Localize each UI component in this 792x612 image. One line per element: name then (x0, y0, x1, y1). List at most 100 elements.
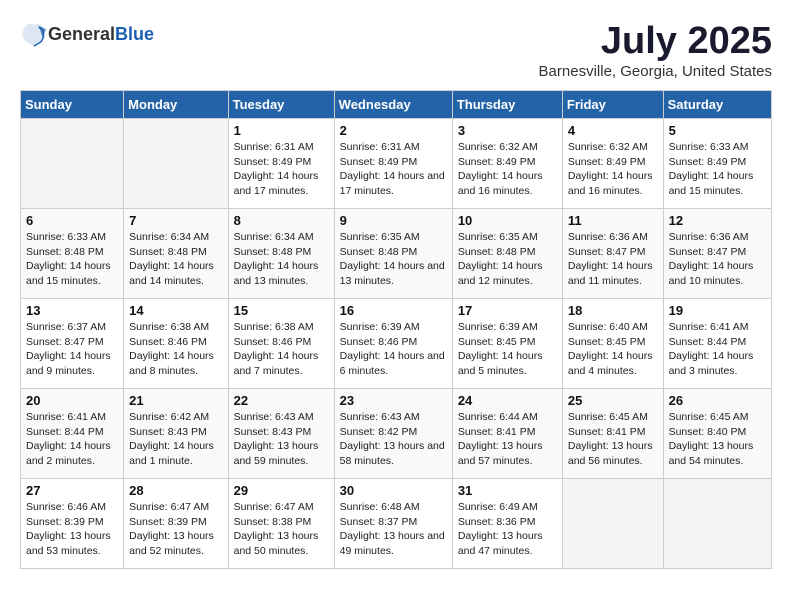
calendar-cell: 27 Sunrise: 6:46 AM Sunset: 8:39 PM Dayli… (21, 479, 124, 569)
day-header-sunday: Sunday (21, 91, 124, 119)
day-number: 10 (458, 213, 557, 228)
calendar-cell (124, 119, 228, 209)
calendar-cell: 29Sunrise: 6:47 AM Sunset: 8:38 PM Dayli… (228, 479, 334, 569)
day-info: Sunrise: 6:40 AM Sunset: 8:45 PM Dayligh… (568, 320, 658, 379)
calendar-cell: 4Sunrise: 6:32 AM Sunset: 8:49 PM Daylig… (562, 119, 663, 209)
day-info: Sunrise: 6:36 AM Sunset: 8:47 PM Dayligh… (568, 230, 658, 289)
calendar-cell: 7 Sunrise: 6:34 AM Sunset: 8:48 PM Daylig… (124, 209, 228, 299)
day-number: 9 (340, 213, 447, 228)
calendar-table: SundayMondayTuesdayWednesdayThursdayFrid… (20, 90, 772, 569)
day-info: Sunrise: 6:49 AM Sunset: 8:36 PM Dayligh… (458, 500, 557, 559)
day-info: Sunrise: 6:48 AM Sunset: 8:37 PM Dayligh… (340, 500, 447, 559)
calendar-cell: 25 Sunrise: 6:45 AM Sunset: 8:41 PM Dayli… (562, 389, 663, 479)
calendar-cell (562, 479, 663, 569)
calendar-cell: 18 Sunrise: 6:40 AM Sunset: 8:45 PM Dayli… (562, 299, 663, 389)
calendar-cell: 2 Sunrise: 6:31 AM Sunset: 8:49 PM Daylig… (334, 119, 452, 209)
calendar-cell: 13 Sunrise: 6:37 AM Sunset: 8:47 PM Dayli… (21, 299, 124, 389)
day-number: 5 (669, 123, 766, 138)
day-info: Sunrise: 6:31 AM Sunset: 8:49 PM Dayligh… (234, 140, 329, 199)
calendar-cell: 3 Sunrise: 6:32 AM Sunset: 8:49 PM Daylig… (452, 119, 562, 209)
calendar-cell: 8 Sunrise: 6:34 AM Sunset: 8:48 PM Daylig… (228, 209, 334, 299)
day-number: 25 (568, 393, 658, 408)
day-info: Sunrise: 6:47 AM Sunset: 8:39 PM Dayligh… (129, 500, 222, 559)
calendar-cell: 6 Sunrise: 6:33 AM Sunset: 8:48 PM Daylig… (21, 209, 124, 299)
calendar-cell: 14Sunrise: 6:38 AM Sunset: 8:46 PM Dayli… (124, 299, 228, 389)
day-info: Sunrise: 6:45 AM Sunset: 8:40 PM Dayligh… (669, 410, 766, 469)
day-info: Sunrise: 6:33 AM Sunset: 8:49 PM Dayligh… (669, 140, 766, 199)
calendar-cell: 1 Sunrise: 6:31 AM Sunset: 8:49 PM Daylig… (228, 119, 334, 209)
day-number: 21 (129, 393, 222, 408)
calendar-cell: 5 Sunrise: 6:33 AM Sunset: 8:49 PM Daylig… (663, 119, 771, 209)
calendar-cell: 26 Sunrise: 6:45 AM Sunset: 8:40 PM Dayli… (663, 389, 771, 479)
calendar-cell: 21 Sunrise: 6:42 AM Sunset: 8:43 PM Dayli… (124, 389, 228, 479)
day-info: Sunrise: 6:38 AM Sunset: 8:46 PM Dayligh… (234, 320, 329, 379)
calendar-cell (21, 119, 124, 209)
calendar-cell: 23 Sunrise: 6:43 AM Sunset: 8:42 PM Dayli… (334, 389, 452, 479)
day-number: 2 (340, 123, 447, 138)
day-header-tuesday: Tuesday (228, 91, 334, 119)
day-number: 24 (458, 393, 557, 408)
day-header-monday: Monday (124, 91, 228, 119)
logo: GeneralBlue (20, 20, 154, 48)
header-row: SundayMondayTuesdayWednesdayThursdayFrid… (21, 91, 772, 119)
logo-icon (20, 20, 48, 48)
day-number: 22 (234, 393, 329, 408)
day-info: Sunrise: 6:39 AM Sunset: 8:45 PM Dayligh… (458, 320, 557, 379)
logo-general: General (48, 24, 115, 44)
day-number: 14 (129, 303, 222, 318)
day-info: Sunrise: 6:35 AM Sunset: 8:48 PM Dayligh… (458, 230, 557, 289)
week-row-3: 13 Sunrise: 6:37 AM Sunset: 8:47 PM Dayli… (21, 299, 772, 389)
day-info: Sunrise: 6:39 AM Sunset: 8:46 PM Dayligh… (340, 320, 447, 379)
day-info: Sunrise: 6:32 AM Sunset: 8:49 PM Dayligh… (568, 140, 658, 199)
day-info: Sunrise: 6:31 AM Sunset: 8:49 PM Dayligh… (340, 140, 447, 199)
day-number: 27 (26, 483, 118, 498)
calendar-cell (663, 479, 771, 569)
day-number: 28 (129, 483, 222, 498)
day-number: 31 (458, 483, 557, 498)
day-number: 3 (458, 123, 557, 138)
day-number: 26 (669, 393, 766, 408)
day-info: Sunrise: 6:43 AM Sunset: 8:43 PM Dayligh… (234, 410, 329, 469)
day-number: 13 (26, 303, 118, 318)
day-info: Sunrise: 6:34 AM Sunset: 8:48 PM Dayligh… (129, 230, 222, 289)
calendar-cell: 19 Sunrise: 6:41 AM Sunset: 8:44 PM Dayli… (663, 299, 771, 389)
day-info: Sunrise: 6:33 AM Sunset: 8:48 PM Dayligh… (26, 230, 118, 289)
calendar-cell: 10 Sunrise: 6:35 AM Sunset: 8:48 PM Dayli… (452, 209, 562, 299)
week-row-1: 1 Sunrise: 6:31 AM Sunset: 8:49 PM Daylig… (21, 119, 772, 209)
day-number: 11 (568, 213, 658, 228)
day-info: Sunrise: 6:45 AM Sunset: 8:41 PM Dayligh… (568, 410, 658, 469)
calendar-cell: 28 Sunrise: 6:47 AM Sunset: 8:39 PM Dayli… (124, 479, 228, 569)
day-number: 19 (669, 303, 766, 318)
day-number: 15 (234, 303, 329, 318)
calendar-cell: 24 Sunrise: 6:44 AM Sunset: 8:41 PM Dayli… (452, 389, 562, 479)
calendar-cell: 22 Sunrise: 6:43 AM Sunset: 8:43 PM Dayli… (228, 389, 334, 479)
main-title: July 2025 (539, 20, 772, 63)
day-header-saturday: Saturday (663, 91, 771, 119)
day-number: 7 (129, 213, 222, 228)
calendar-cell: 11 Sunrise: 6:36 AM Sunset: 8:47 PM Dayli… (562, 209, 663, 299)
day-info: Sunrise: 6:44 AM Sunset: 8:41 PM Dayligh… (458, 410, 557, 469)
day-info: Sunrise: 6:34 AM Sunset: 8:48 PM Dayligh… (234, 230, 329, 289)
day-info: Sunrise: 6:47 AM Sunset: 8:38 PM Dayligh… (234, 500, 329, 559)
day-number: 23 (340, 393, 447, 408)
week-row-5: 27 Sunrise: 6:46 AM Sunset: 8:39 PM Dayli… (21, 479, 772, 569)
day-number: 8 (234, 213, 329, 228)
day-info: Sunrise: 6:37 AM Sunset: 8:47 PM Dayligh… (26, 320, 118, 379)
day-number: 16 (340, 303, 447, 318)
day-number: 6 (26, 213, 118, 228)
day-info: Sunrise: 6:46 AM Sunset: 8:39 PM Dayligh… (26, 500, 118, 559)
day-number: 18 (568, 303, 658, 318)
calendar-cell: 20Sunrise: 6:41 AM Sunset: 8:44 PM Dayli… (21, 389, 124, 479)
day-info: Sunrise: 6:41 AM Sunset: 8:44 PM Dayligh… (669, 320, 766, 379)
calendar-cell: 9Sunrise: 6:35 AM Sunset: 8:48 PM Daylig… (334, 209, 452, 299)
day-info: Sunrise: 6:42 AM Sunset: 8:43 PM Dayligh… (129, 410, 222, 469)
week-row-4: 20Sunrise: 6:41 AM Sunset: 8:44 PM Dayli… (21, 389, 772, 479)
subtitle: Barnesville, Georgia, United States (539, 63, 772, 80)
title-block: July 2025 Barnesville, Georgia, United S… (539, 20, 772, 80)
day-info: Sunrise: 6:43 AM Sunset: 8:42 PM Dayligh… (340, 410, 447, 469)
day-number: 1 (234, 123, 329, 138)
day-header-wednesday: Wednesday (334, 91, 452, 119)
day-info: Sunrise: 6:32 AM Sunset: 8:49 PM Dayligh… (458, 140, 557, 199)
calendar-cell: 15 Sunrise: 6:38 AM Sunset: 8:46 PM Dayli… (228, 299, 334, 389)
calendar-cell: 17Sunrise: 6:39 AM Sunset: 8:45 PM Dayli… (452, 299, 562, 389)
